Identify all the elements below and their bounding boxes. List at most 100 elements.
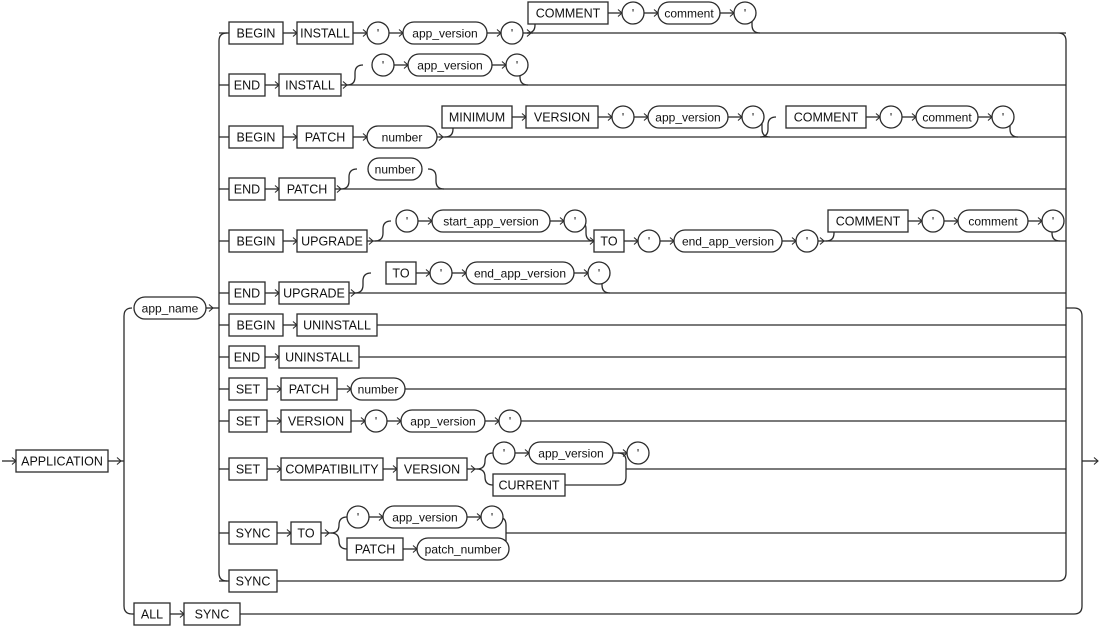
set-version-quote-label: ' — [509, 415, 511, 429]
end-uninstall-end: END — [228, 345, 266, 369]
sync-sync-label: SYNC — [236, 575, 271, 589]
end-patch-patch: PATCH — [278, 177, 336, 201]
set-compat-version-quote: ' — [492, 441, 516, 465]
begin-install-install-label: INSTALL — [300, 27, 350, 41]
begin-patch-minimum-quote-label: ' — [752, 111, 754, 125]
set-compat-version-quote-label: ' — [503, 447, 505, 461]
sync-sync: SYNC — [228, 569, 278, 593]
begin-upgrade-to-quote-label: ' — [806, 235, 808, 249]
begin-upgrade-start-start-app-version-label: start_app_version — [443, 215, 538, 229]
set-compat-version-app-version-label: app_version — [538, 447, 603, 461]
begin-uninstall-begin: BEGIN — [228, 313, 284, 337]
end-install-version-app-version-label: app_version — [417, 59, 482, 73]
all-sync-sync: SYNC — [183, 602, 241, 626]
begin-upgrade-upgrade-label: UPGRADE — [301, 235, 363, 249]
begin-patch-minimum-quote-label: ' — [622, 111, 624, 125]
begin-upgrade-to-to-label: TO — [600, 235, 617, 249]
application-keyword: APPLICATION — [15, 449, 109, 473]
set-version-version: VERSION — [280, 409, 352, 433]
all-sync-sync-label: SYNC — [195, 608, 230, 622]
begin-patch-comment-comment: COMMENT — [785, 105, 867, 129]
begin-patch-comment-comment: comment — [915, 105, 979, 129]
sync-to-patch-patch-number: patch_number — [416, 537, 510, 561]
sync-to-sync: SYNC — [228, 521, 278, 545]
begin-upgrade-start-quote-label: ' — [406, 215, 408, 229]
begin-upgrade-to-quote-label: ' — [648, 235, 650, 249]
set-version-quote: ' — [364, 409, 388, 433]
sync-to-sync-label: SYNC — [236, 527, 271, 541]
set-compat-version: VERSION — [396, 457, 468, 481]
end-upgrade-to-quote-label: ' — [440, 267, 442, 281]
set-version-set: SET — [228, 409, 268, 433]
begin-patch-number-label: number — [382, 131, 423, 145]
rail-line — [374, 220, 392, 242]
begin-install-comment-quote: ' — [621, 1, 645, 25]
inner-left-rail — [218, 32, 228, 582]
begin-upgrade-begin: BEGIN — [228, 229, 284, 253]
end-install-install-label: INSTALL — [285, 79, 335, 93]
rail-line — [330, 516, 348, 534]
begin-upgrade-comment-quote: ' — [1041, 209, 1065, 233]
all-sync-all-label: ALL — [141, 608, 163, 622]
end-patch-end: END — [228, 177, 266, 201]
sync-to-version-quote: ' — [346, 505, 370, 529]
rail-line — [476, 468, 494, 486]
end-install-version-quote: ' — [371, 53, 395, 77]
sync-to-patch-patch-number-label: patch_number — [425, 543, 502, 557]
set-version-version-label: VERSION — [288, 415, 344, 429]
set-compat-set-label: SET — [236, 463, 261, 477]
set-compat-version-quote-label: ' — [637, 447, 639, 461]
begin-upgrade-comment-comment-label: COMMENT — [836, 215, 901, 229]
set-compat-version-quote: ' — [626, 441, 650, 465]
outer-right-rail — [1066, 307, 1083, 615]
set-version-app-version-label: app_version — [410, 415, 475, 429]
begin-upgrade-start-quote: ' — [395, 209, 419, 233]
set-version-quote-label: ' — [375, 415, 377, 429]
begin-install-app-version-label: app_version — [412, 27, 477, 41]
set-patch-number-label: number — [358, 383, 399, 397]
begin-patch-minimum-minimum: MINIMUM — [441, 105, 513, 129]
rail-line — [340, 168, 358, 190]
begin-patch-patch-label: PATCH — [305, 131, 346, 145]
end-install-end-label: END — [234, 79, 260, 93]
application-keyword-label: APPLICATION — [21, 455, 103, 469]
set-patch-patch: PATCH — [280, 377, 338, 401]
rail-line — [476, 452, 494, 470]
set-compat-version-app-version: app_version — [528, 441, 614, 465]
end-patch-number-number-label: number — [375, 163, 416, 177]
end-install-version-app-version: app_version — [407, 53, 493, 77]
inner-right-rail — [1057, 32, 1067, 582]
begin-install-begin-label: BEGIN — [237, 27, 276, 41]
end-upgrade-to-quote-label: ' — [598, 267, 600, 281]
begin-install-comment-comment: comment — [657, 1, 721, 25]
begin-install-comment-quote: ' — [733, 1, 757, 25]
end-patch-patch-label: PATCH — [287, 183, 328, 197]
begin-upgrade-comment-comment: comment — [957, 209, 1029, 233]
begin-upgrade-comment-comment-label: comment — [968, 215, 1018, 229]
set-patch-number: number — [350, 377, 406, 401]
set-compat-version-label: VERSION — [404, 463, 460, 477]
sync-to-version-quote-label: ' — [491, 511, 493, 525]
end-upgrade-end-label: END — [234, 287, 260, 301]
rail-line — [346, 64, 364, 86]
end-uninstall-end-label: END — [234, 351, 260, 365]
rail-line — [330, 532, 348, 550]
begin-patch-minimum-app-version: app_version — [647, 105, 729, 129]
set-patch-patch-label: PATCH — [289, 383, 330, 397]
begin-patch-minimum-quote: ' — [741, 105, 765, 129]
outer-left-rail — [123, 307, 133, 615]
begin-upgrade-to-to: TO — [593, 229, 625, 253]
begin-patch-patch: PATCH — [296, 125, 354, 149]
end-uninstall-uninstall: UNINSTALL — [278, 345, 360, 369]
begin-upgrade-start-quote-label: ' — [574, 215, 576, 229]
end-upgrade-to-to-label: TO — [392, 267, 409, 281]
begin-patch-comment-comment-label: comment — [922, 111, 972, 125]
end-upgrade-upgrade: UPGRADE — [278, 281, 350, 305]
begin-upgrade-upgrade: UPGRADE — [296, 229, 368, 253]
begin-patch-comment-quote: ' — [879, 105, 903, 129]
begin-install-quote: ' — [366, 21, 390, 45]
sync-to-version-quote: ' — [480, 505, 504, 529]
begin-patch-begin-label: BEGIN — [237, 131, 276, 145]
end-install-install: INSTALL — [278, 73, 342, 97]
end-install-version-quote: ' — [505, 53, 529, 77]
